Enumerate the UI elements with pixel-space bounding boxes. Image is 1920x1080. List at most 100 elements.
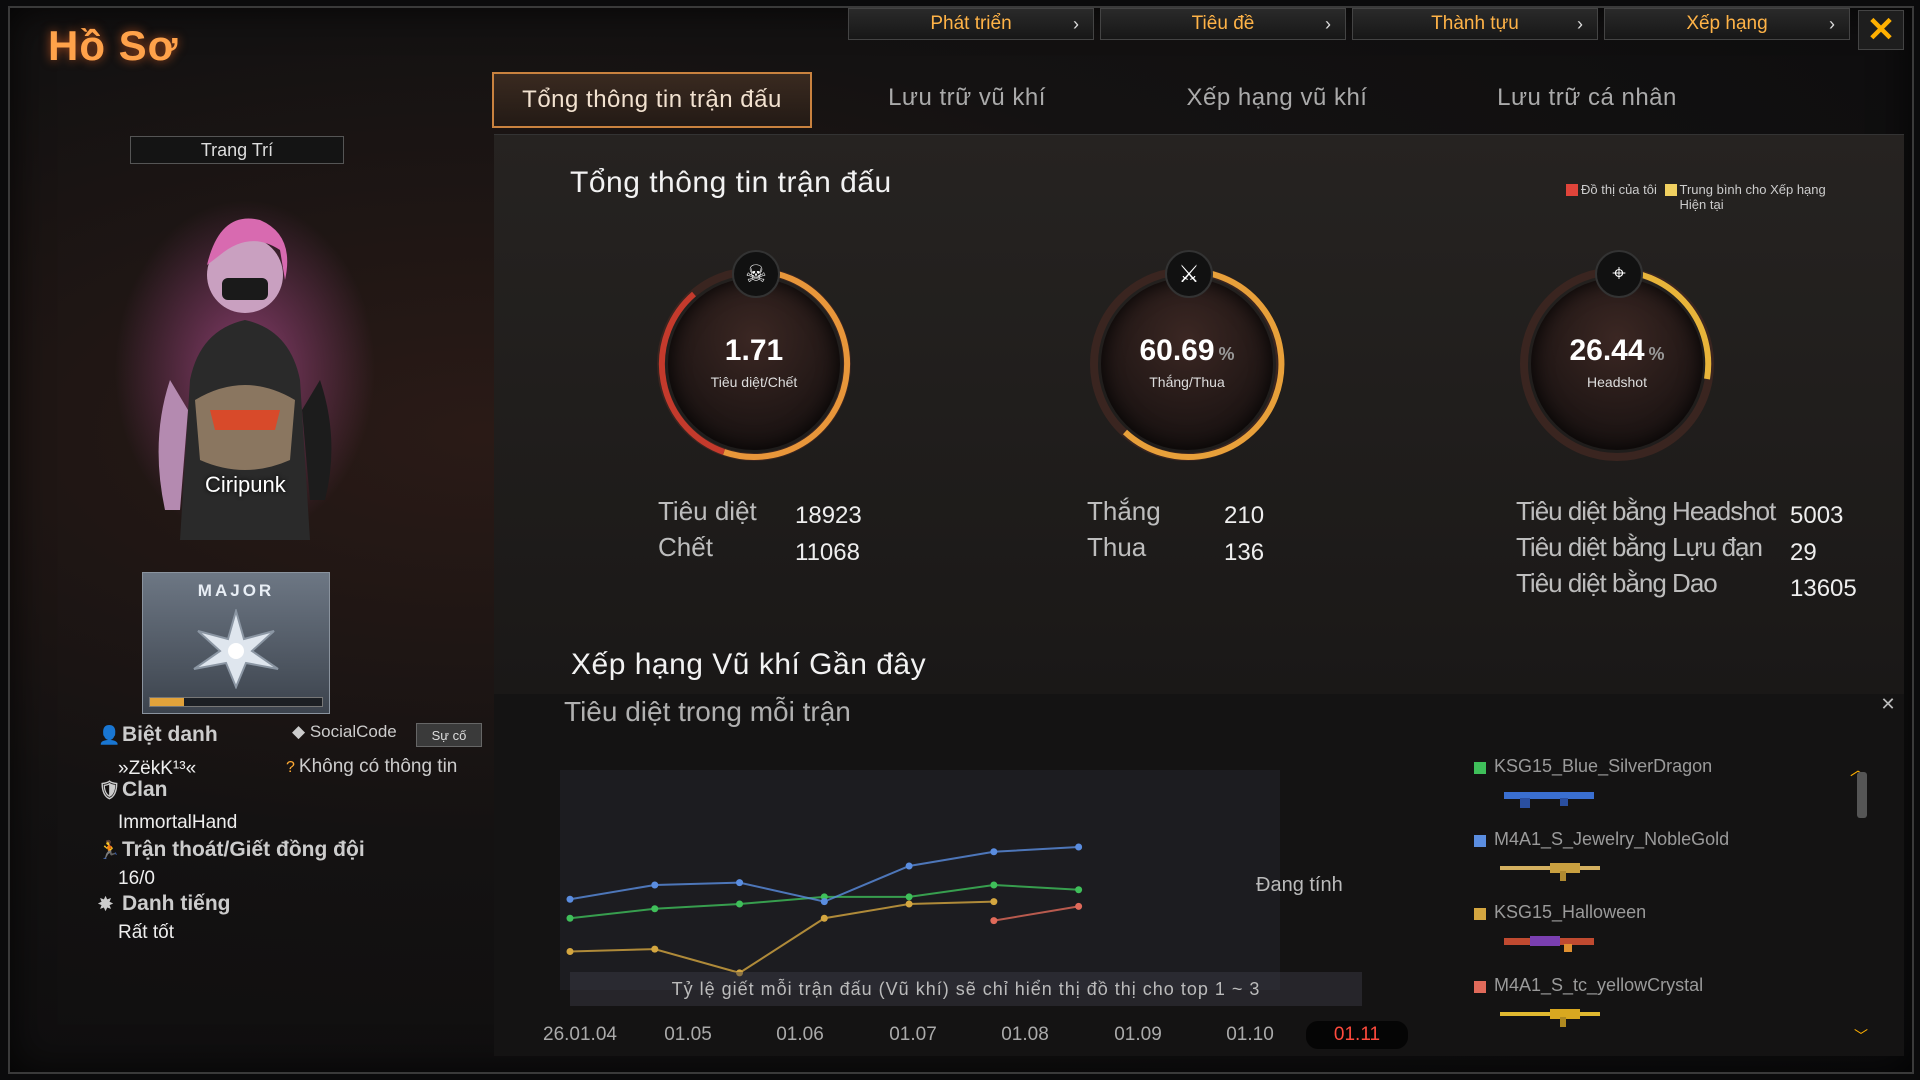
social-value: ? Không có thông tin: [286, 756, 457, 778]
headshot-kills-value: 5003: [1790, 502, 1844, 529]
data-point: [736, 879, 744, 887]
data-point: [990, 881, 998, 889]
legend-swatch: [1474, 835, 1486, 847]
nav-label: Xếp hạng: [1686, 13, 1768, 34]
reputation-label-text: Danh tiếng: [122, 892, 231, 915]
social-label-text: SocialCode: [309, 722, 397, 741]
character-name: Ciripunk: [205, 472, 286, 497]
gauge-value: 1.71: [654, 334, 854, 368]
tag-icon: ◆: [292, 722, 306, 741]
scroll-down-icon[interactable]: ﹀: [1854, 1026, 1868, 1046]
chart-plot-area: [560, 770, 1280, 990]
data-point: [566, 914, 574, 922]
gauge-value: 26.44%: [1517, 334, 1717, 368]
gauge-kd: 1.71 Tiêu diệt/Chết ☠: [654, 250, 854, 464]
weapon-name: KSG15_Blue_SilverDragon: [1494, 756, 1713, 776]
losses-label: Thua: [1087, 532, 1147, 562]
weapon-name: KSG15_Halloween: [1494, 902, 1647, 922]
legend-avg: Trung bình cho Xếp hạng Hiện tại: [1679, 182, 1826, 212]
crossed-swords-icon: ⚔: [1165, 250, 1213, 298]
legend-swatch: [1474, 908, 1486, 920]
window-title: Hồ Sơ: [48, 22, 179, 69]
x-tick-label[interactable]: 01.11: [1306, 1021, 1408, 1049]
user-icon: 👤: [98, 725, 121, 745]
running-icon: 🏃: [98, 840, 121, 860]
skull-icon: ☠: [732, 250, 780, 298]
data-point: [905, 893, 913, 901]
top-nav: Phát triển › Tiêu đề › Thành tựu › Xếp hạng…: [848, 8, 1850, 40]
tab-personal-archive[interactable]: Lưu trữ cá nhân: [1432, 72, 1742, 124]
chart-close-button[interactable]: ✕: [1876, 694, 1900, 714]
data-point: [905, 900, 913, 908]
nickname-label: 👤Biệt danh: [98, 723, 218, 747]
weapon-name: M4A1_S_tc_yellowCrystal: [1494, 975, 1704, 995]
rank-badge: MAJOR: [142, 572, 330, 714]
data-point: [820, 898, 828, 906]
data-point: [566, 895, 574, 903]
data-point: [1075, 902, 1083, 910]
nav-label: Phát triển: [930, 13, 1012, 34]
nav-achievement-button[interactable]: Thành tựu ›: [1352, 8, 1598, 40]
data-point: [1075, 886, 1083, 894]
chart-note: Tỷ lệ giết mỗi trận đấu (Vũ khí) sẽ chỉ …: [570, 972, 1362, 1006]
legend-mine: Đồ thị của tôi: [1581, 182, 1657, 197]
close-icon: ✕: [1880, 694, 1896, 714]
data-point: [905, 862, 913, 870]
scrollbar-thumb[interactable]: [1857, 772, 1867, 818]
kills-per-match-chart: [560, 770, 1280, 990]
x-tick-label: 01.08: [1001, 1024, 1049, 1045]
nav-ranking-button[interactable]: Xếp hạng ›: [1604, 8, 1850, 40]
x-tick-label: 01.09: [1114, 1024, 1162, 1045]
data-point: [1075, 843, 1083, 851]
crosshair-icon: ⌖: [1595, 250, 1643, 298]
close-button[interactable]: ✕: [1858, 10, 1904, 50]
gauge-unit: %: [1218, 344, 1235, 364]
rifle-icon: [1500, 863, 1600, 881]
data-point: [990, 848, 998, 856]
gauge-number: 60.69: [1139, 334, 1215, 367]
clan-label-text: Clan: [122, 778, 168, 801]
recent-title: Xếp hạng Vũ khí Gần đây: [571, 648, 927, 681]
report-button[interactable]: Sự cố: [416, 723, 482, 747]
reputation-value: Rất tốt: [118, 922, 174, 943]
shield-icon: 🛡: [98, 780, 121, 800]
gauge-winrate: 60.69% Thắng/Thua ⚔: [1087, 250, 1287, 464]
clan-value: ImmortalHand: [118, 812, 238, 833]
headshot-kills-label: Tiêu diệt bằng Headshot: [1516, 496, 1776, 526]
nav-title-button[interactable]: Tiêu đề ›: [1100, 8, 1346, 40]
escape-value: 16/0: [118, 868, 155, 889]
wins-value: 210: [1224, 502, 1265, 529]
nav-development-button[interactable]: Phát triển ›: [848, 8, 1094, 40]
star-icon: [193, 609, 279, 689]
tab-weapon-ranking[interactable]: Xếp hạng vũ khí: [1122, 72, 1432, 124]
nav-label: Thành tựu: [1431, 13, 1519, 34]
summary-title: Tổng thông tin trận đấu: [570, 166, 892, 199]
grenade-kills-value: 29: [1790, 539, 1817, 566]
tab-weapon-archive[interactable]: Lưu trữ vũ khí: [812, 72, 1122, 124]
clan-label: 🛡Clan: [98, 778, 168, 802]
x-tick-label: 01.05: [664, 1024, 712, 1045]
knife-kills-label: Tiêu diệt bằng Dao: [1516, 568, 1718, 598]
nickname-value: »ZëkK¹³«: [118, 758, 197, 779]
kills-label: Tiêu diệt: [658, 496, 757, 526]
data-point: [651, 945, 659, 953]
question-icon: ?: [286, 759, 295, 776]
escape-label-text: Trận thoát/Giết đồng đội: [122, 838, 365, 861]
data-point: [651, 905, 659, 913]
decoration-button[interactable]: Trang Trí: [130, 136, 344, 164]
tab-match-summary[interactable]: Tổng thông tin trận đấu: [492, 72, 812, 128]
gauge-label: Tiêu diệt/Chết: [710, 374, 798, 390]
chevron-right-icon: ›: [1577, 13, 1583, 34]
recent-subtitle: Tiêu diệt trong mỗi trận: [564, 696, 851, 727]
chevron-right-icon: ›: [1325, 13, 1331, 34]
data-point: [820, 914, 828, 922]
kills-value: 18923: [795, 502, 862, 529]
legend-swatch: [1474, 762, 1486, 774]
chevron-right-icon: ›: [1073, 13, 1079, 34]
data-point: [990, 917, 998, 925]
tab-bar: Tổng thông tin trận đấu Lưu trữ vũ khí X…: [492, 72, 1742, 128]
data-point: [651, 881, 659, 889]
data-point: [736, 900, 744, 908]
losses-value: 136: [1224, 539, 1265, 566]
gauge-label: Headshot: [1587, 374, 1647, 390]
